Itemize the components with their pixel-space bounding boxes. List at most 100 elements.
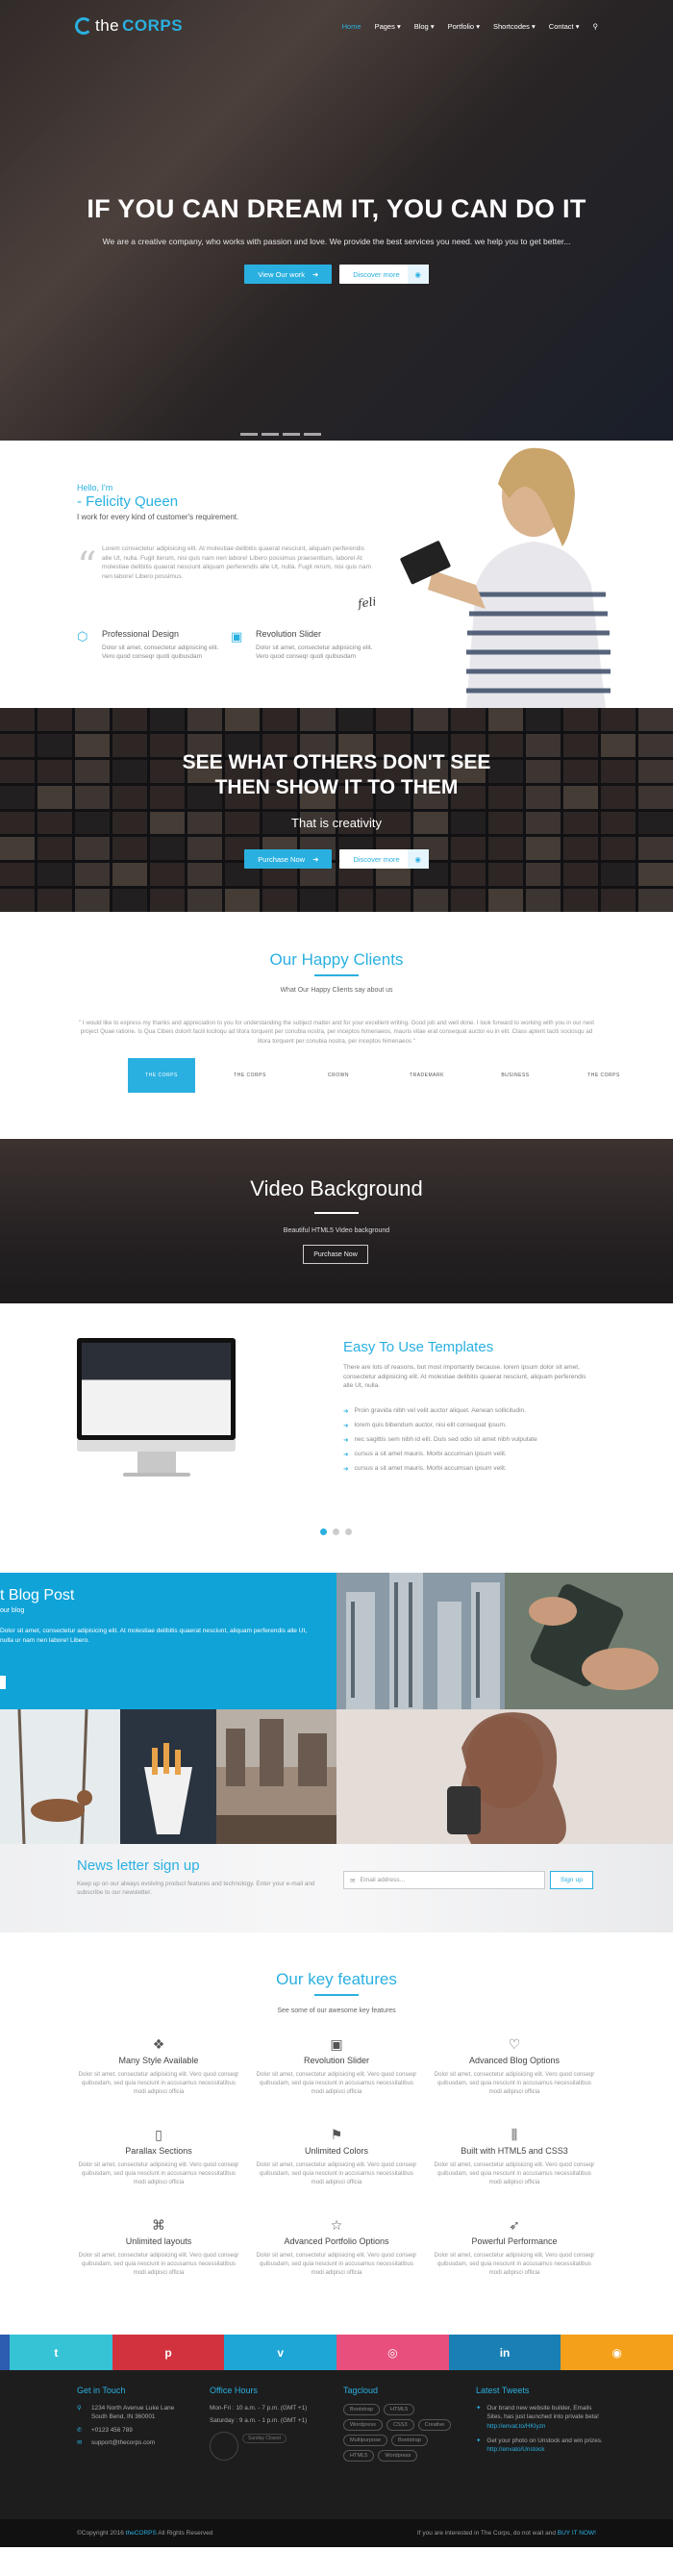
signup-button[interactable]: Sign up bbox=[550, 1871, 593, 1889]
blog-button-edge[interactable] bbox=[0, 1676, 6, 1689]
pagination-dot[interactable] bbox=[320, 1528, 327, 1535]
blog-subtitle: our blog bbox=[0, 1607, 25, 1614]
logo-the: the bbox=[95, 16, 120, 35]
nav-item-pages[interactable]: Pages ▾ bbox=[375, 22, 401, 31]
slider-dot[interactable] bbox=[262, 433, 279, 436]
social-edge bbox=[0, 2335, 10, 2370]
deer-snow-photo[interactable] bbox=[0, 1709, 120, 1844]
eye-icon: ◉ bbox=[407, 265, 429, 284]
nav-item-portfolio[interactable]: Portfolio ▾ bbox=[448, 22, 480, 31]
slider-dot[interactable] bbox=[240, 433, 258, 436]
tag[interactable]: Bootstrap bbox=[343, 2404, 380, 2415]
vimeo-icon[interactable]: v bbox=[224, 2335, 337, 2370]
dribbble-icon[interactable]: ◎ bbox=[336, 2335, 449, 2370]
tweet-text: Get your photo on Unstock and win prizes… bbox=[486, 2437, 603, 2444]
email[interactable]: ✉ support@thecorps.com bbox=[77, 2438, 197, 2447]
copyright: ©Copyright 2016 theCORPS All Rights Rese… bbox=[77, 2530, 212, 2537]
templates-title: Easy To Use Templates bbox=[343, 1339, 494, 1355]
feature-title: Professional Design bbox=[102, 629, 180, 639]
feature-description: Dolor sit amet, consectetur adipisicing … bbox=[256, 2161, 417, 2185]
clock-graphic: Sunday Closed bbox=[210, 2430, 330, 2462]
imac-screen bbox=[77, 1338, 236, 1440]
nav-item-home[interactable]: Home bbox=[342, 22, 361, 31]
email-input[interactable]: ✉ Email address... bbox=[343, 1871, 545, 1889]
button-label: Purchase Now bbox=[258, 854, 306, 864]
pagination-dot[interactable] bbox=[345, 1528, 352, 1535]
nav-item-blog[interactable]: Blog ▾ bbox=[414, 22, 435, 31]
about-tagline: I work for every kind of customer's requ… bbox=[77, 513, 239, 521]
tag[interactable]: HTML5 bbox=[343, 2450, 375, 2462]
footer-tagcloud: Tagcloud Bootstrap HTML5 Wordpress CSS3 … bbox=[343, 2386, 454, 2462]
client-logo[interactable]: BUSINESS bbox=[482, 1058, 549, 1093]
arrow-right-icon: ➜ bbox=[312, 269, 319, 279]
buildings-photo[interactable] bbox=[336, 1573, 505, 1709]
phone-text: +0123 456 789 bbox=[91, 2426, 133, 2434]
feature-description: Dolor sit amet, consectetur adipisicing … bbox=[78, 2071, 239, 2095]
rss-icon[interactable]: ◉ bbox=[561, 2335, 673, 2370]
twitter-icon[interactable]: t bbox=[0, 2335, 112, 2370]
purchase-now-button[interactable]: Purchase Now ➜ bbox=[244, 849, 333, 869]
feature-card: ▣ Revolution Slider Dolor sit amet, consec… bbox=[255, 2036, 418, 2096]
list-item: ➜ Proin gravida nibh vel velit auctor ali… bbox=[343, 1403, 537, 1418]
client-logo[interactable]: THE CORPS bbox=[570, 1058, 637, 1093]
tag[interactable]: Wordpress bbox=[343, 2419, 383, 2431]
social-bar: t p v ◎ in ◉ bbox=[0, 2335, 673, 2370]
tag[interactable]: HTML5 bbox=[383, 2404, 415, 2415]
pinterest-icon[interactable]: p bbox=[112, 2335, 225, 2370]
copyright-bar: ©Copyright 2016 theCORPS All Rights Rese… bbox=[0, 2519, 673, 2547]
feature-title: Advanced Blog Options bbox=[468, 2056, 561, 2065]
blog-text: Dolor sit amet, consectetur adipisicing … bbox=[0, 1628, 308, 1644]
view-work-button[interactable]: View Our work ➜ bbox=[244, 265, 333, 284]
search-icon[interactable]: ⚲ bbox=[593, 22, 599, 31]
creativity-title-line1: SEE WHAT OTHERS DON'T SEE bbox=[182, 751, 491, 773]
arrow-icon: ➜ bbox=[343, 1451, 349, 1458]
food-photo[interactable] bbox=[120, 1709, 216, 1844]
feature-title: Unlimited layouts bbox=[125, 2236, 192, 2246]
feature-text: Dolor sit amet, consectetur adipisicing … bbox=[256, 644, 373, 661]
cube-icon: ⬡ bbox=[77, 629, 88, 644]
linkedin-icon[interactable]: in bbox=[448, 2335, 561, 2370]
list-item-text: nec sagittis sem nibh id elit. Duis sed … bbox=[354, 1436, 537, 1443]
arrow-icon: ➜ bbox=[343, 1465, 349, 1473]
about-quote: “ Lorem consectetur adipisicing elit. At… bbox=[77, 544, 375, 589]
client-logo[interactable]: CROWN bbox=[305, 1058, 372, 1093]
tweet-link[interactable]: http://envato/Unstock bbox=[486, 2446, 544, 2453]
list-item-text: cursus a sit amet mauris. Morbi accumsan… bbox=[354, 1451, 507, 1457]
tag[interactable]: Multipurpose bbox=[343, 2435, 388, 2446]
client-logo[interactable]: TRADEMARK bbox=[393, 1058, 461, 1093]
features-title: Our key features bbox=[276, 1970, 397, 1988]
slider-pagination bbox=[240, 433, 321, 436]
slider-dot[interactable] bbox=[283, 433, 300, 436]
nav-item-label: Shortcodes bbox=[492, 21, 530, 31]
brand-link[interactable]: theCORPS bbox=[126, 2530, 157, 2537]
street-photo[interactable] bbox=[216, 1709, 336, 1844]
client-logo[interactable]: THE CORPS bbox=[216, 1058, 284, 1093]
feature-description: Dolor sit amet, consectetur adipisicing … bbox=[434, 2252, 595, 2276]
title-underline bbox=[314, 1994, 359, 1996]
tag[interactable]: Wordpress bbox=[378, 2450, 418, 2462]
woman-phone-photo[interactable] bbox=[336, 1709, 673, 1844]
button-label: Discover more bbox=[353, 269, 400, 279]
logo[interactable]: the CORPS bbox=[75, 16, 183, 36]
discover-more-button[interactable]: Discover more ◉ bbox=[339, 849, 429, 869]
video-section: Video Background Beautiful HTML5 Video b… bbox=[0, 1139, 673, 1303]
buy-now-link[interactable]: BUY IT NOW! bbox=[558, 2530, 596, 2537]
nav-item-contact[interactable]: Contact ▾ bbox=[549, 22, 580, 31]
hands-phone-photo[interactable] bbox=[505, 1573, 673, 1709]
templates-pagination bbox=[320, 1528, 352, 1535]
video-purchase-button[interactable]: Purchase Now bbox=[303, 1245, 368, 1264]
feature-card: ⫼ Built with HTML5 and CSS3 Dolor sit amet… bbox=[433, 2127, 596, 2186]
tag[interactable]: Creative bbox=[417, 2419, 452, 2431]
tag[interactable]: CSS3 bbox=[386, 2419, 414, 2431]
client-logo[interactable]: THE CORPS bbox=[128, 1058, 195, 1093]
slider-dot[interactable] bbox=[304, 433, 321, 436]
pagination-dot[interactable] bbox=[333, 1528, 339, 1535]
nav-item-label: Blog bbox=[413, 21, 429, 31]
tag[interactable]: Bootstrap bbox=[391, 2435, 428, 2446]
feature-title: Built with HTML5 and CSS3 bbox=[461, 2146, 568, 2156]
list-item-text: Proin gravida nibh vel velit auctor aliq… bbox=[354, 1407, 527, 1414]
creativity-overlay bbox=[0, 708, 673, 912]
nav-item-shortcodes[interactable]: Shortcodes ▾ bbox=[493, 22, 536, 31]
tweet-link[interactable]: http://envat.to/HKIyzn bbox=[486, 2423, 545, 2430]
discover-more-button[interactable]: Discover more ◉ bbox=[339, 265, 429, 284]
